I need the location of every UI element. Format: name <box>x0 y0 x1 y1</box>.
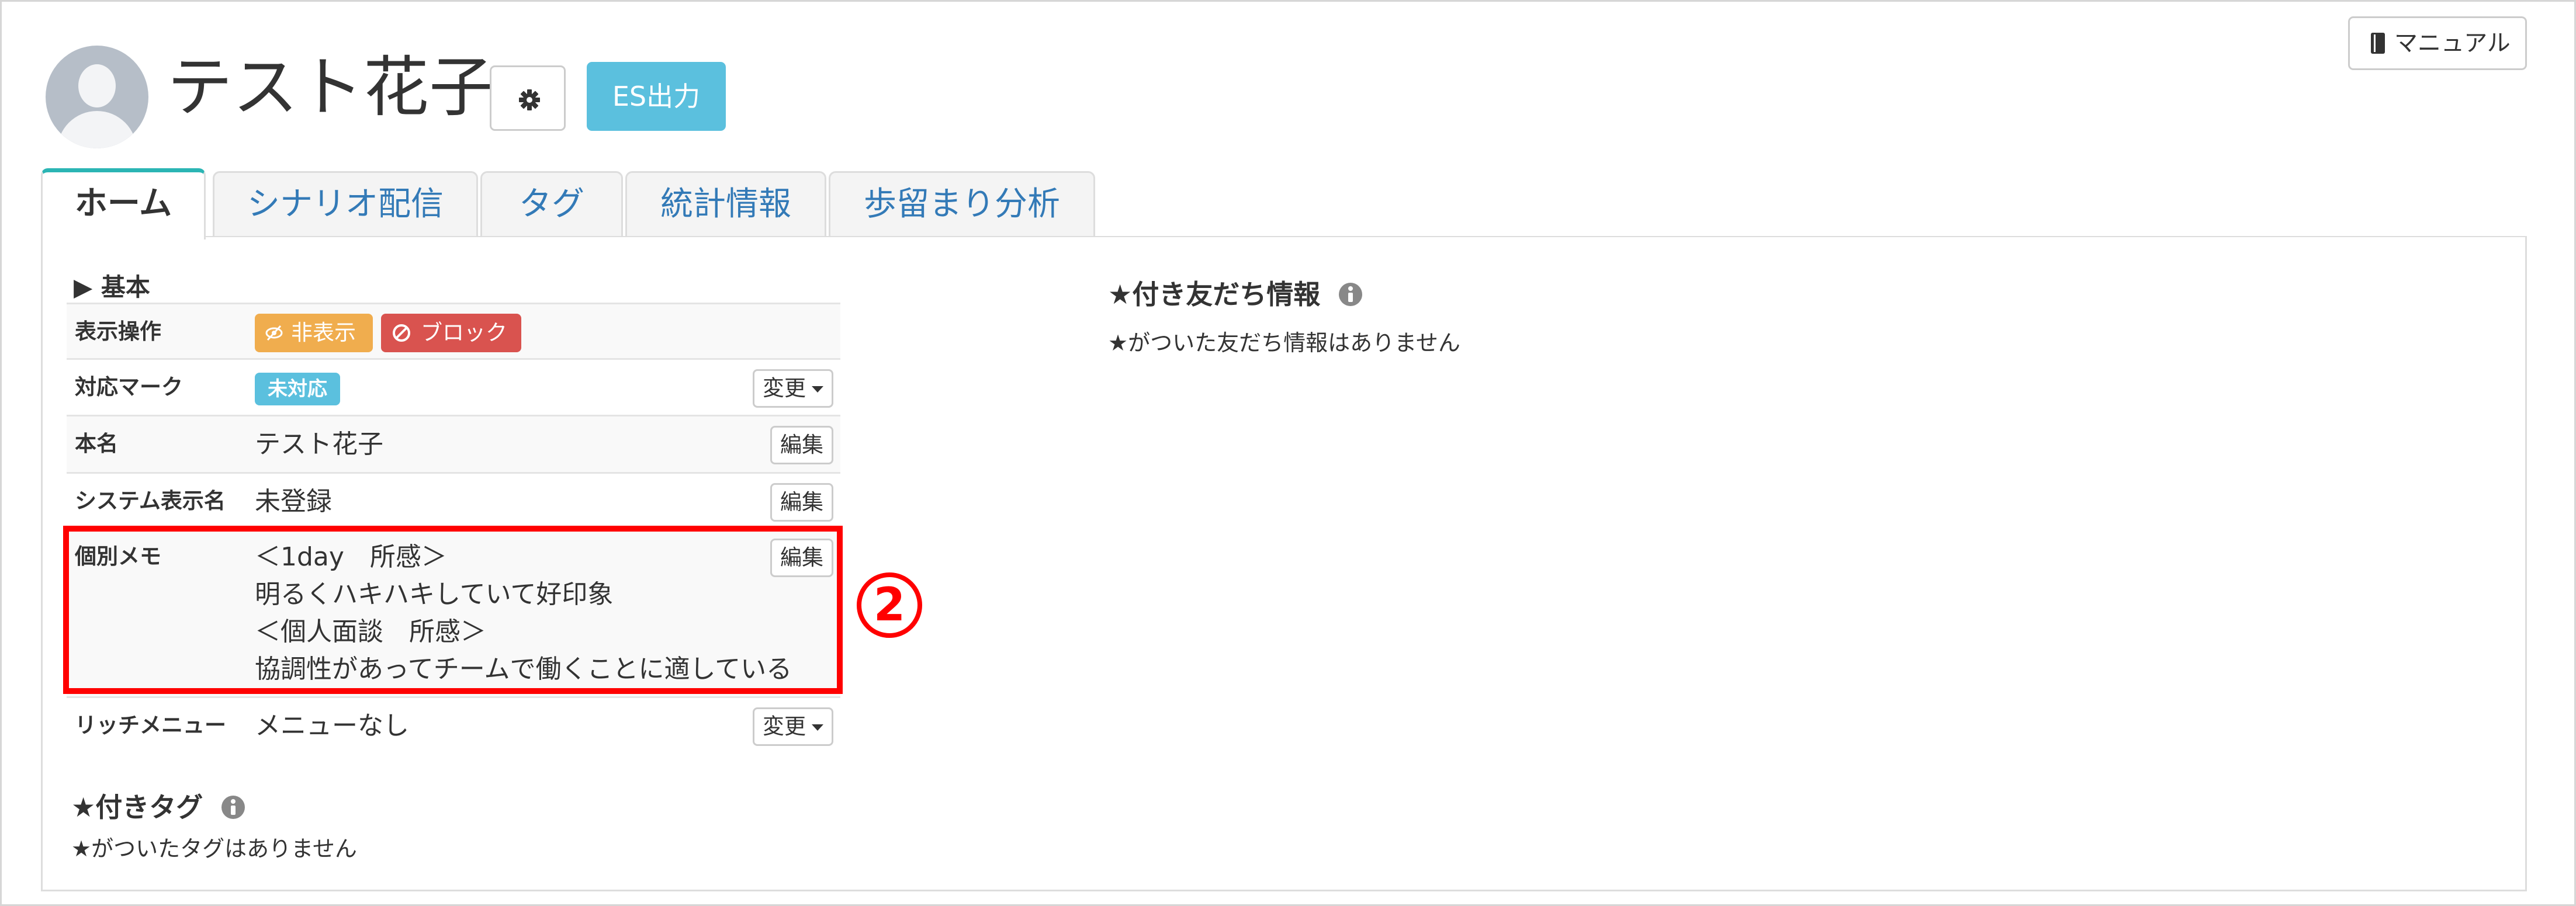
settings-button[interactable] <box>490 65 566 131</box>
star-friends-empty-message: ★がついた友だち情報はありません <box>1108 330 1460 356</box>
ban-icon <box>393 324 410 342</box>
avatar-head <box>78 64 116 107</box>
block-button[interactable]: ブロック <box>381 314 521 352</box>
star-friends-heading: ★付き友だち情報 <box>1108 279 1321 310</box>
es-export-button[interactable]: ES出力 <box>587 62 726 131</box>
star-tags-heading: ★付きタグ <box>71 792 203 823</box>
manual-label: マニュアル <box>2394 30 2511 57</box>
star-tags-empty-message: ★がついたタグはありません <box>71 836 357 862</box>
real-name-edit-button[interactable]: 編集 <box>770 426 833 464</box>
rich-menu-value: メニューなし <box>255 711 409 741</box>
hide-button-label: 非表示 <box>291 320 356 345</box>
real-name-label: 本名 <box>75 431 118 456</box>
caret-down-icon <box>812 724 823 731</box>
row-rich-menu: リッチメニュー メニューなし 変更 <box>67 696 840 753</box>
info-icon[interactable] <box>220 794 246 820</box>
hide-button[interactable]: 非表示 <box>255 314 373 352</box>
gear-icon <box>519 89 540 110</box>
eye-slash-icon <box>265 325 283 341</box>
row-status-mark: 対応マーク 未対応 変更 <box>67 358 840 415</box>
system-name-label: システム表示名 <box>75 488 226 513</box>
caret-down-icon <box>812 386 823 393</box>
status-change-button[interactable]: 変更 <box>753 369 833 408</box>
book-icon <box>2371 33 2385 54</box>
tab-scenario[interactable]: シナリオ配信 <box>213 171 478 236</box>
avatar-shoulders <box>57 111 137 148</box>
tab-home[interactable]: ホーム <box>41 168 206 239</box>
row-display-ops: 表示操作 非表示 ブロック <box>67 303 840 358</box>
tab-analysis[interactable]: 歩留まり分析 <box>829 171 1095 236</box>
status-change-label: 変更 <box>763 376 806 401</box>
manual-button[interactable]: マニュアル <box>2348 16 2527 70</box>
annotation-marker: 2 <box>857 572 922 638</box>
page-title: テスト花子 <box>167 50 494 126</box>
row-real-name: 本名 テスト花子 編集 <box>67 415 840 472</box>
rich-menu-change-label: 変更 <box>763 714 806 739</box>
avatar <box>46 46 148 148</box>
info-icon[interactable] <box>1338 282 1363 307</box>
status-mark-label: 対応マーク <box>75 374 183 400</box>
star-tags-section: ★付きタグ <box>71 786 246 825</box>
memo-highlight-box <box>63 526 843 694</box>
real-name-value: テスト花子 <box>255 429 383 459</box>
star-friends-section: ★付き友だち情報 <box>1108 273 1363 312</box>
row-system-name: システム表示名 未登録 編集 <box>67 472 840 527</box>
status-badge: 未対応 <box>255 373 340 405</box>
rich-menu-label: リッチメニュー <box>75 713 226 738</box>
svg-text:2: 2 <box>874 579 905 631</box>
tab-stats[interactable]: 統計情報 <box>625 171 826 236</box>
system-name-edit-button[interactable]: 編集 <box>770 483 833 522</box>
tab-tag[interactable]: タグ <box>480 171 623 236</box>
display-ops-label: 表示操作 <box>75 319 161 344</box>
system-name-value: 未登録 <box>255 487 332 516</box>
rich-menu-change-button[interactable]: 変更 <box>753 707 833 746</box>
section-basic-heading[interactable]: ▶ 基本 <box>74 268 150 303</box>
block-button-label: ブロック <box>421 320 507 345</box>
